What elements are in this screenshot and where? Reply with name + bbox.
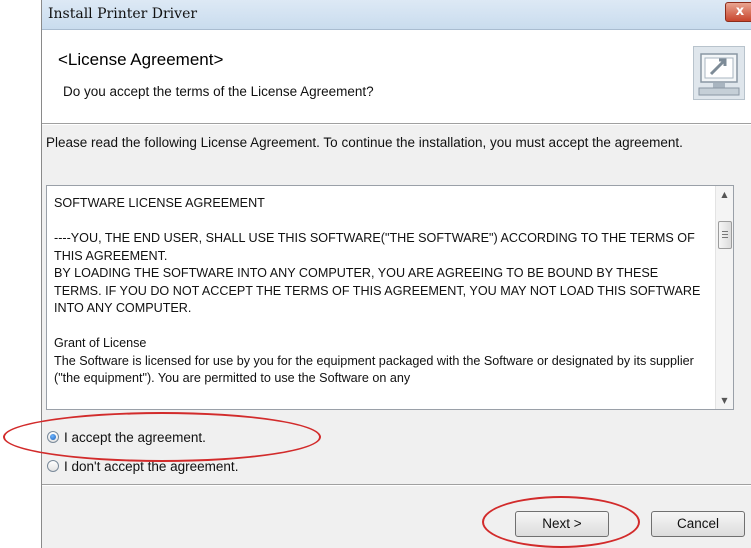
- license-scrollbar[interactable]: ▲ ▼: [715, 186, 733, 409]
- license-textbox[interactable]: SOFTWARE LICENSE AGREEMENT ----YOU, THE …: [46, 185, 734, 410]
- scroll-up-arrow-icon[interactable]: ▲: [716, 186, 733, 203]
- header-panel: <License Agreement> Do you accept the te…: [42, 30, 751, 123]
- page-subtitle: Do you accept the terms of the License A…: [63, 84, 374, 99]
- license-text: SOFTWARE LICENSE AGREEMENT ----YOU, THE …: [54, 195, 709, 388]
- cancel-button[interactable]: Cancel: [651, 511, 745, 537]
- license-paragraph: ----YOU, THE END USER, SHALL USE THIS SO…: [54, 231, 701, 315]
- accept-label[interactable]: I accept the agreement.: [64, 430, 206, 445]
- instruction-text: Please read the following License Agreem…: [46, 135, 683, 150]
- accept-radio[interactable]: [47, 431, 59, 443]
- license-paragraph: Grant of License The Software is license…: [54, 336, 694, 385]
- page-title: <License Agreement>: [58, 50, 224, 69]
- decline-radio[interactable]: [47, 460, 59, 472]
- close-button[interactable]: x: [725, 2, 751, 22]
- installer-monitor-icon: [693, 46, 745, 100]
- next-button[interactable]: Next >: [515, 511, 609, 537]
- scroll-down-arrow-icon[interactable]: ▼: [716, 392, 733, 409]
- header-divider: [42, 123, 751, 125]
- window-title: Install Printer Driver: [48, 6, 198, 22]
- accept-option[interactable]: I accept the agreement.: [47, 427, 206, 447]
- close-icon: x: [735, 4, 745, 19]
- installer-window: Install Printer Driver x <License Agreem…: [41, 0, 751, 548]
- decline-option[interactable]: I don't accept the agreement.: [47, 456, 238, 476]
- license-heading: SOFTWARE LICENSE AGREEMENT: [54, 196, 265, 210]
- scrollbar-thumb[interactable]: [718, 221, 732, 249]
- footer-divider: [42, 484, 751, 486]
- title-bar: Install Printer Driver x: [42, 0, 751, 30]
- decline-label[interactable]: I don't accept the agreement.: [64, 459, 238, 474]
